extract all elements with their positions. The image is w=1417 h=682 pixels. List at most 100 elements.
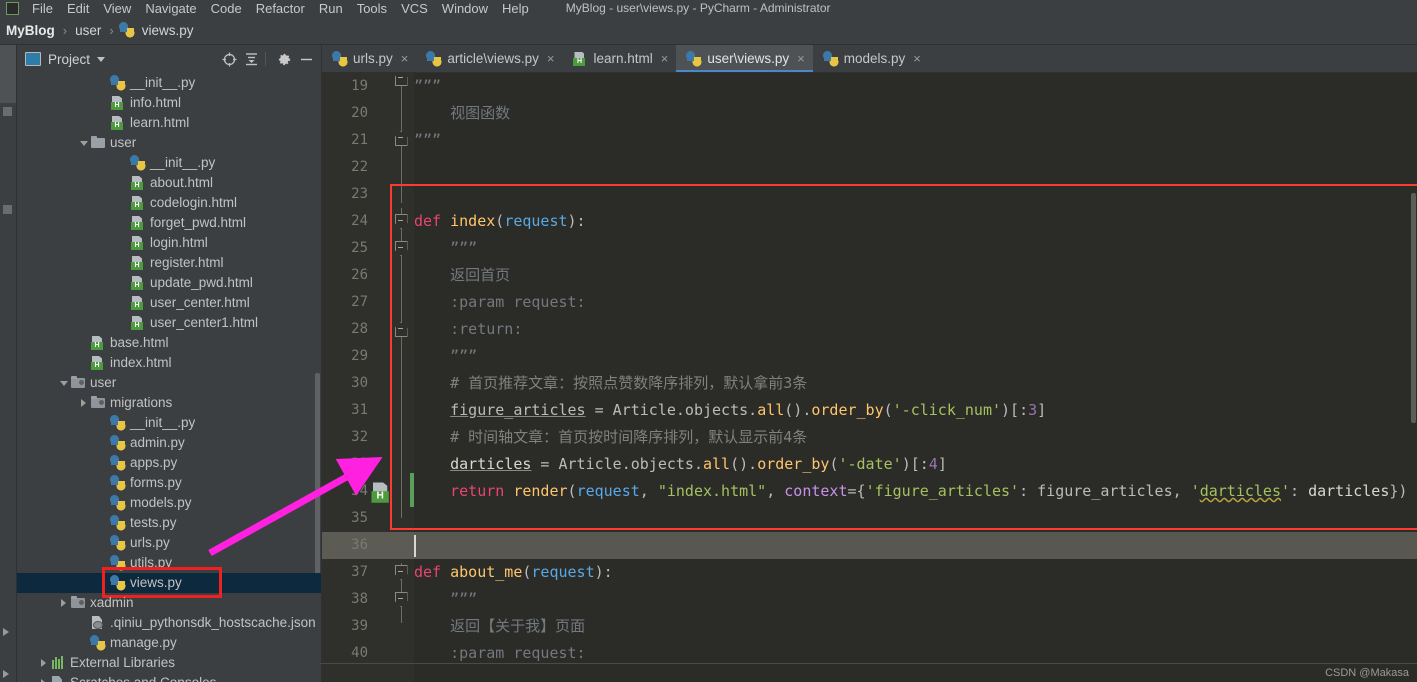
menu-vcs[interactable]: VCS — [394, 1, 435, 16]
menu-edit[interactable]: Edit — [60, 1, 96, 16]
code-line[interactable]: 返回【关于我】页面 — [414, 613, 1417, 640]
tool-window-handle-2[interactable] — [3, 205, 12, 214]
chevron-right-icon[interactable] — [57, 593, 70, 613]
code-line[interactable]: ””” — [414, 73, 1417, 100]
chevron-right-icon[interactable] — [77, 393, 90, 413]
tree-item-user[interactable]: user — [17, 373, 321, 393]
menu-view[interactable]: View — [96, 1, 138, 16]
editor-gutter[interactable]: 19 20 21 22 23 24 25 26 27 28 29 30 31 32 33 34 35 36 37 38… — [322, 73, 414, 682]
fold-marker-line-38[interactable] — [394, 586, 408, 613]
editor-tab-models-py[interactable]: models.py × — [813, 45, 929, 72]
menu-window[interactable]: Window — [435, 1, 495, 16]
tool-window-tab-project[interactable] — [0, 45, 16, 103]
code-line[interactable]: ””” — [414, 586, 1417, 613]
tree-item-about-html[interactable]: about.html — [17, 173, 321, 193]
editor-tab-urls-py[interactable]: urls.py × — [322, 45, 416, 72]
fold-marker-line-19[interactable] — [394, 73, 408, 92]
tree-item-admin-py[interactable]: admin.py — [17, 433, 321, 453]
tree-item-manage-py[interactable]: manage.py — [17, 633, 321, 653]
fold-marker-line-37[interactable] — [394, 559, 408, 586]
close-icon[interactable]: × — [913, 52, 921, 65]
tree-item-urls-py[interactable]: urls.py — [17, 533, 321, 553]
tool-window-arrow-2[interactable] — [3, 670, 9, 678]
breadcrumb-folder[interactable]: user — [72, 23, 104, 38]
code-line[interactable]: def about_me(request): — [414, 559, 1417, 586]
tree-item-codelogin-html[interactable]: codelogin.html — [17, 193, 321, 213]
chevron-down-icon[interactable] — [77, 133, 90, 153]
code-line[interactable]: 视图函数 — [414, 100, 1417, 127]
close-icon[interactable]: × — [401, 52, 409, 65]
chevron-right-icon[interactable] — [37, 653, 50, 673]
fold-marker-line-21[interactable] — [394, 125, 408, 152]
tree-item-register-html[interactable]: register.html — [17, 253, 321, 273]
tree-item-apps-py[interactable]: apps.py — [17, 453, 321, 473]
tree-item-learn-html[interactable]: learn.html — [17, 113, 321, 133]
menu-help[interactable]: Help — [495, 1, 536, 16]
tree-item-utils-py[interactable]: utils.py — [17, 553, 321, 573]
chevron-down-icon[interactable] — [97, 56, 106, 62]
tree-item-qiniu-pythonsdk-hostscache-json[interactable]: .qiniu_pythonsdk_hostscache.json — [17, 613, 321, 633]
editor-tab-article-views-py[interactable]: article\views.py × — [416, 45, 562, 72]
breadcrumb-file[interactable]: views.py — [139, 23, 197, 38]
chevron-right-icon[interactable] — [37, 673, 50, 682]
editor-tab-user-views-py[interactable]: user\views.py × — [676, 45, 814, 72]
code-line[interactable]: 返回首页 — [414, 262, 1417, 289]
tree-item-migrations[interactable]: migrations — [17, 393, 321, 413]
gutter-html-marker-icon[interactable] — [370, 481, 393, 504]
tree-item-tests-py[interactable]: tests.py — [17, 513, 321, 533]
code-line[interactable]: darticles = Article.objects.all().order_… — [414, 451, 1417, 478]
menu-navigate[interactable]: Navigate — [138, 1, 203, 16]
hide-icon[interactable] — [297, 50, 315, 68]
code-line[interactable]: :return: — [414, 316, 1417, 343]
code-line[interactable]: ””” — [414, 343, 1417, 370]
menu-refactor[interactable]: Refactor — [249, 1, 312, 16]
fold-marker-line-29[interactable] — [394, 316, 408, 343]
close-icon[interactable]: × — [547, 52, 555, 65]
tree-item-xadmin[interactable]: xadmin — [17, 593, 321, 613]
code-line[interactable] — [414, 181, 1417, 208]
tree-item-init-py[interactable]: __init__.py — [17, 153, 321, 173]
code-line[interactable]: ””” — [414, 235, 1417, 262]
tree-item-init-py[interactable]: __init__.py — [17, 73, 321, 93]
tree-item-base-html[interactable]: base.html — [17, 333, 321, 353]
editor-tab-bar[interactable]: urls.py×article\views.py×learn.html×user… — [322, 45, 1417, 73]
tool-window-tab-structure[interactable] — [0, 123, 16, 201]
code-line[interactable]: :param request: — [414, 289, 1417, 316]
tree-item-views-py[interactable]: views.py — [17, 573, 321, 593]
tree-item-update-pwd-html[interactable]: update_pwd.html — [17, 273, 321, 293]
code-line[interactable] — [414, 154, 1417, 181]
menu-tools[interactable]: Tools — [350, 1, 394, 16]
tree-item-login-html[interactable]: login.html — [17, 233, 321, 253]
locate-icon[interactable] — [220, 50, 238, 68]
tree-item-scratches-and-consoles[interactable]: Scratches and Consoles — [17, 673, 321, 682]
menu-code[interactable]: Code — [204, 1, 249, 16]
code-line[interactable]: return render(request, "index.html", con… — [414, 478, 1417, 505]
tree-item-forms-py[interactable]: forms.py — [17, 473, 321, 493]
tree-item-info-html[interactable]: info.html — [17, 93, 321, 113]
settings-gear-icon[interactable] — [275, 50, 293, 68]
tree-item-init-py[interactable]: __init__.py — [17, 413, 321, 433]
tree-item-user[interactable]: user — [17, 133, 321, 153]
code-line[interactable]: # 时间轴文章：首页按时间降序排列，默认显示前4条 — [414, 424, 1417, 451]
chevron-down-icon[interactable] — [57, 373, 70, 393]
editor-vertical-scrollbar[interactable] — [1410, 73, 1417, 682]
tree-item-external-libraries[interactable]: External Libraries — [17, 653, 321, 673]
menu-run[interactable]: Run — [312, 1, 350, 16]
code-line[interactable] — [414, 532, 1417, 559]
editor-code-area[interactable]: ””” 视图函数””” def index(request): ””” 返回首页 … — [414, 73, 1417, 682]
close-icon[interactable]: × — [661, 52, 669, 65]
tool-window-arrow-1[interactable] — [3, 628, 9, 636]
tree-item-forget-pwd-html[interactable]: forget_pwd.html — [17, 213, 321, 233]
breadcrumb-project[interactable]: MyBlog — [2, 23, 58, 38]
tree-item-user-center-html[interactable]: user_center.html — [17, 293, 321, 313]
close-icon[interactable]: × — [797, 52, 805, 65]
code-line[interactable]: figure_articles = Article.objects.all().… — [414, 397, 1417, 424]
code-line[interactable]: ””” — [414, 127, 1417, 154]
fold-marker-line-24[interactable] — [394, 208, 408, 235]
tool-window-handle-1[interactable] — [3, 107, 12, 116]
code-line[interactable] — [414, 505, 1417, 532]
tree-item-models-py[interactable]: models.py — [17, 493, 321, 513]
tree-item-index-html[interactable]: index.html — [17, 353, 321, 373]
tree-item-user-center1-html[interactable]: user_center1.html — [17, 313, 321, 333]
fold-marker-line-25[interactable] — [394, 235, 408, 262]
